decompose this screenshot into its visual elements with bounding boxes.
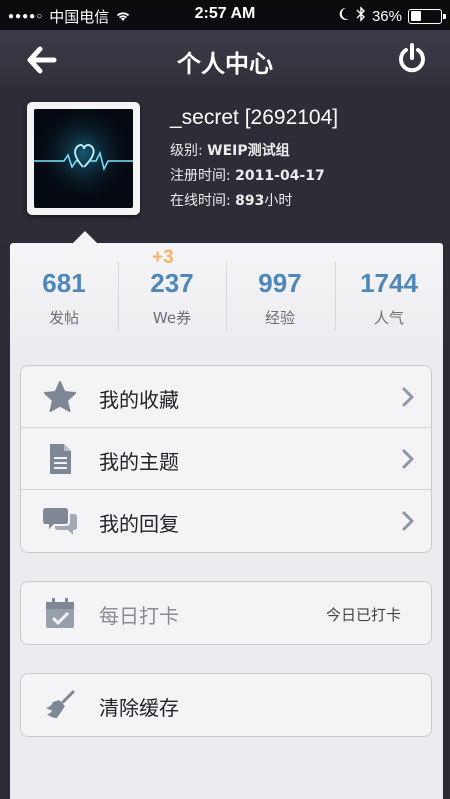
stat-label: We券 <box>152 309 192 327</box>
moon-icon <box>338 7 350 25</box>
online-unit: 小时 <box>264 193 293 209</box>
status-bar: ●●●●○ 中国电信 2:57 AM 36% <box>0 0 450 30</box>
daily-checkin-button[interactable]: 每日打卡 今日已打卡 <box>21 582 431 644</box>
stat-label: 发帖 <box>48 309 79 327</box>
checkin-status: 今日已打卡 <box>325 606 401 624</box>
content-area: 我的收藏 我的主题 我的回复 每日打卡 今日已打卡 清除缓存 <box>10 353 443 799</box>
chevron-right-icon <box>401 511 415 531</box>
clear-cache-button[interactable]: 清除缓存 <box>21 674 431 736</box>
menu-item-label: 我的主题 <box>99 450 179 474</box>
profile-header: _secret [2692104] 级别: WEIP测试组 注册时间: 2011… <box>0 88 450 243</box>
stat-label: 人气 <box>373 309 404 327</box>
stat-value: 237 <box>150 268 194 298</box>
battery-fill <box>410 11 421 21</box>
stats-panel: 681 发帖 237 We券 997 经验 1744 人气 <box>10 243 443 353</box>
checkin-group: 每日打卡 今日已打卡 <box>20 581 432 645</box>
status-right: 36% <box>338 6 446 26</box>
checkin-label: 每日打卡 <box>99 604 179 628</box>
avatar-image <box>34 109 133 208</box>
page-title: 个人中心 <box>177 50 273 78</box>
stat-posts[interactable]: 681 发帖 <box>10 243 118 353</box>
online-line: 在线时间: 893小时 <box>170 190 292 210</box>
avatar[interactable] <box>27 102 140 215</box>
online-value: 893 <box>235 193 265 209</box>
stat-value: 1744 <box>360 268 418 298</box>
level-line: 级别: WEIP测试组 <box>170 140 290 160</box>
battery-icon <box>408 8 446 24</box>
level-value: WEIP测试组 <box>207 143 290 159</box>
online-label: 在线时间: <box>170 193 236 209</box>
cache-group: 清除缓存 <box>20 673 432 737</box>
menu-item-replies[interactable]: 我的回复 <box>21 490 431 552</box>
menu-item-topics[interactable]: 我的主题 <box>21 428 431 490</box>
battery-percent: 36% <box>371 7 402 25</box>
broom-icon <box>43 688 77 722</box>
register-line: 注册时间: 2011-04-17 <box>170 165 325 185</box>
stat-popularity[interactable]: 1744 人气 <box>335 243 443 353</box>
document-icon <box>43 442 77 476</box>
navigation-bar: 个人中心 <box>0 30 450 88</box>
menu-item-favorites[interactable]: 我的收藏 <box>21 366 431 428</box>
clear-cache-label: 清除缓存 <box>99 696 179 720</box>
stat-label: 经验 <box>264 309 295 327</box>
coupon-increment-badge: +3 <box>152 247 174 268</box>
stats-pointer <box>73 231 97 243</box>
bluetooth-icon <box>356 6 366 26</box>
menu-item-label: 我的回复 <box>99 512 179 536</box>
register-value: 2011-04-17 <box>235 168 325 184</box>
username: _secret [2692104] <box>170 106 339 129</box>
stat-experience[interactable]: 997 经验 <box>226 243 334 353</box>
chevron-right-icon <box>401 449 415 469</box>
power-icon[interactable] <box>396 42 428 74</box>
level-label: 级别: <box>170 143 208 159</box>
stat-value: 997 <box>258 268 302 298</box>
calendar-check-icon <box>43 596 77 630</box>
menu-item-label: 我的收藏 <box>99 388 179 412</box>
stat-value: 681 <box>42 268 86 298</box>
register-label: 注册时间: <box>170 168 236 184</box>
chevron-right-icon <box>401 387 415 407</box>
chat-bubbles-icon <box>43 504 77 538</box>
star-icon <box>43 380 77 414</box>
menu-group: 我的收藏 我的主题 我的回复 <box>20 365 432 553</box>
